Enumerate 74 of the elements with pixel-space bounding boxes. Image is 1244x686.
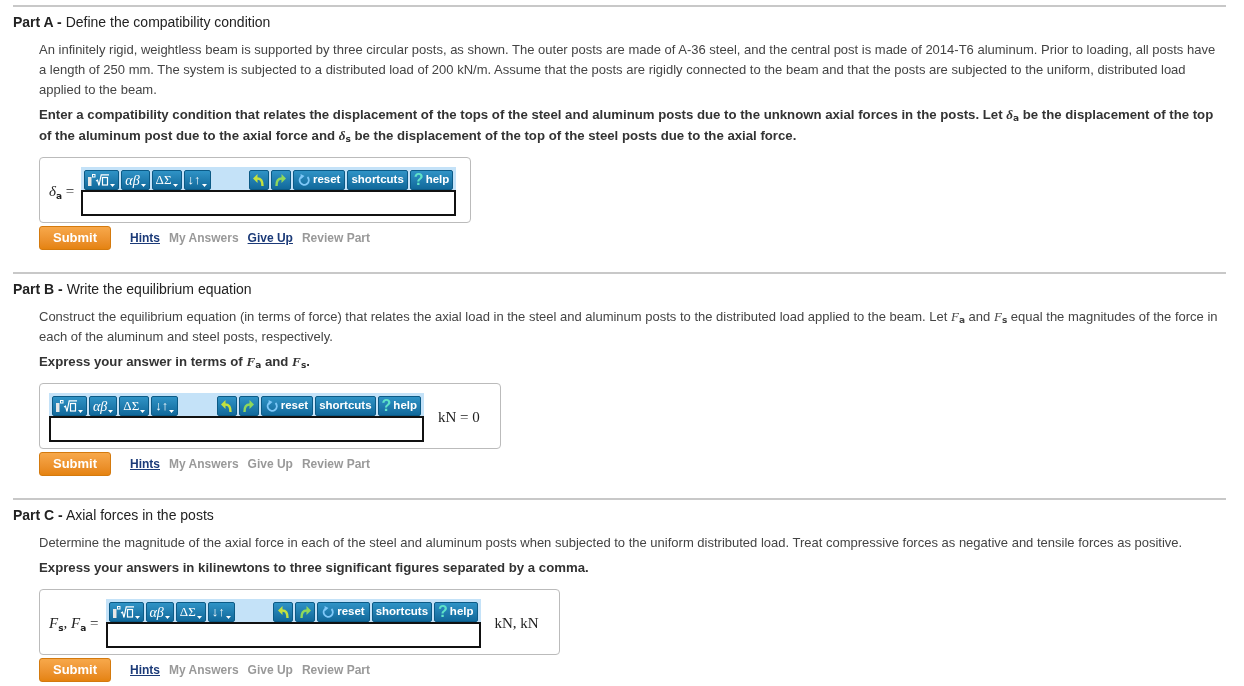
templates-button[interactable] [108,602,144,622]
reset-button[interactable]: reset [292,170,346,190]
reset-button[interactable]: reset [260,396,314,416]
redo-button[interactable] [270,170,291,190]
help-button[interactable]: ?help [377,396,421,416]
undo-button[interactable] [216,396,237,416]
undo-button[interactable] [248,170,269,190]
redo-button[interactable] [238,396,259,416]
caret-icon [110,184,116,187]
instruction-text: Enter a compatibility condition that relates the displacement of the tops of the steel and aluminum posts due to the unknown axial forces in the posts. Let δ$_{a}$ be the displacement of the top of the aluminum post due to the axial force and δ$_{s}$ be the displacement of the top of the steel posts due to the axial force. [39,106,1215,146]
undo-button[interactable] [273,602,294,622]
part-heading: Part A - Define the compatibility condition [13,14,272,30]
template-icon [112,606,134,618]
caret-icon [172,184,178,187]
template-icon [56,400,77,412]
action-link[interactable]: Hints [130,455,160,473]
problem-text: Construct the equilibrium equation (in terms of force) that relates the axial load in the steel and aluminum posts to the distributed load applied to the beam. Let F$_{a}$ and F$_{s}$ equal the magnitudes of the force in each of the aluminum and steel posts, respectively. [39,308,1219,346]
part-heading: Part B - Write the equilibrium equation [13,281,253,297]
greek-letters-button[interactable]: αβ [89,396,118,416]
submit-button[interactable]: Submit [39,452,111,476]
reset-button[interactable]: reset [317,602,370,622]
action-link[interactable]: Give Up [247,229,293,247]
undo-icon [277,606,289,618]
action-link[interactable]: Hints [130,229,160,247]
answer-label: δ$_{a}$ = [49,182,75,203]
greek-letters-button[interactable]: αβ [145,602,174,622]
operators-button[interactable]: ΔΣ [175,602,206,622]
undo-icon [221,400,233,412]
help-button[interactable]: ?help [409,170,454,190]
problem-text: Determine the magnitude of the axial force in each of the steel and aluminum posts when subjected to the uniform distributed load. Treat compressive forces as negative and tensile forces as positive. [39,534,1183,552]
arrows-button[interactable]: ↓↑ [151,396,179,416]
caret-icon [108,410,114,413]
shortcuts-button[interactable]: shortcuts [371,602,433,622]
instruction-text: Express your answer in terms of F$_{a}$ and F$_{s}$. [39,353,310,372]
templates-button[interactable] [52,396,87,416]
redo-button[interactable] [295,602,316,622]
action-link[interactable]: Hints [130,661,160,679]
caret-icon [78,410,83,413]
submit-button[interactable]: Submit [39,226,111,250]
problem-text: An infinitely rigid, weightless beam is supported by three circular posts, as shown. The outer posts are made of A-36 steel, and the central post is made of 2014-T6 aluminum. Prior to loading, all posts have a length of 250 mm. The system is subjected to a distributed load of 200 kN/m. Assume that the posts are rigidly connected to the beam and that the posts are subjected to the uniform, distributed load applied to the beam. [39,41,1217,99]
caret-icon [134,616,140,619]
caret-icon [196,616,202,619]
reset-icon [265,400,278,412]
caret-icon [140,410,146,413]
help-button[interactable]: ?help [434,602,478,622]
undo-icon [253,174,265,186]
shortcuts-button[interactable]: shortcuts [315,396,376,416]
units-text: kN, kN [494,614,539,634]
arrows-button[interactable]: ↓↑ [183,170,211,190]
part-heading: Part C - Axial forces in the posts [13,507,215,523]
reset-icon [322,606,335,618]
answer-label: F$_{s}$, F$_{a}$ = [49,614,99,635]
arrows-button[interactable]: ↓↑ [207,602,235,622]
caret-icon [225,616,231,619]
redo-icon [299,606,311,618]
greek-letters-button[interactable]: αβ [121,170,150,190]
operators-button[interactable]: ΔΣ [151,170,182,190]
templates-button[interactable] [84,170,120,190]
template-icon [88,174,110,186]
shortcuts-button[interactable]: shortcuts [347,170,408,190]
reset-icon [297,174,310,186]
submit-button[interactable]: Submit [39,658,111,682]
caret-icon [169,410,175,413]
answer-field[interactable] [81,190,457,216]
answer-field[interactable] [105,622,481,648]
instruction-text: Express your answers in kilinewtons to three significant figures separated by a comma. [39,559,589,577]
units-text: kN = 0 [438,408,480,428]
caret-icon [164,616,170,619]
caret-icon [140,184,146,187]
caret-icon [201,184,207,187]
answer-field[interactable] [49,416,424,442]
redo-icon [243,400,255,412]
operators-button[interactable]: ΔΣ [119,396,150,416]
redo-icon [275,174,287,186]
